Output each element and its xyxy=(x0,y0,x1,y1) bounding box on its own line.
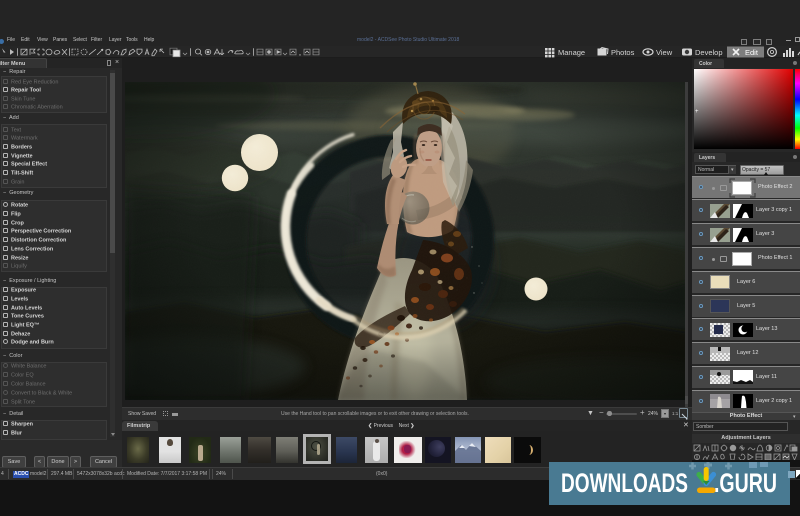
svg-text:DOWNLOADS: DOWNLOADS xyxy=(561,468,688,498)
svg-text:.GURU: .GURU xyxy=(714,468,777,498)
